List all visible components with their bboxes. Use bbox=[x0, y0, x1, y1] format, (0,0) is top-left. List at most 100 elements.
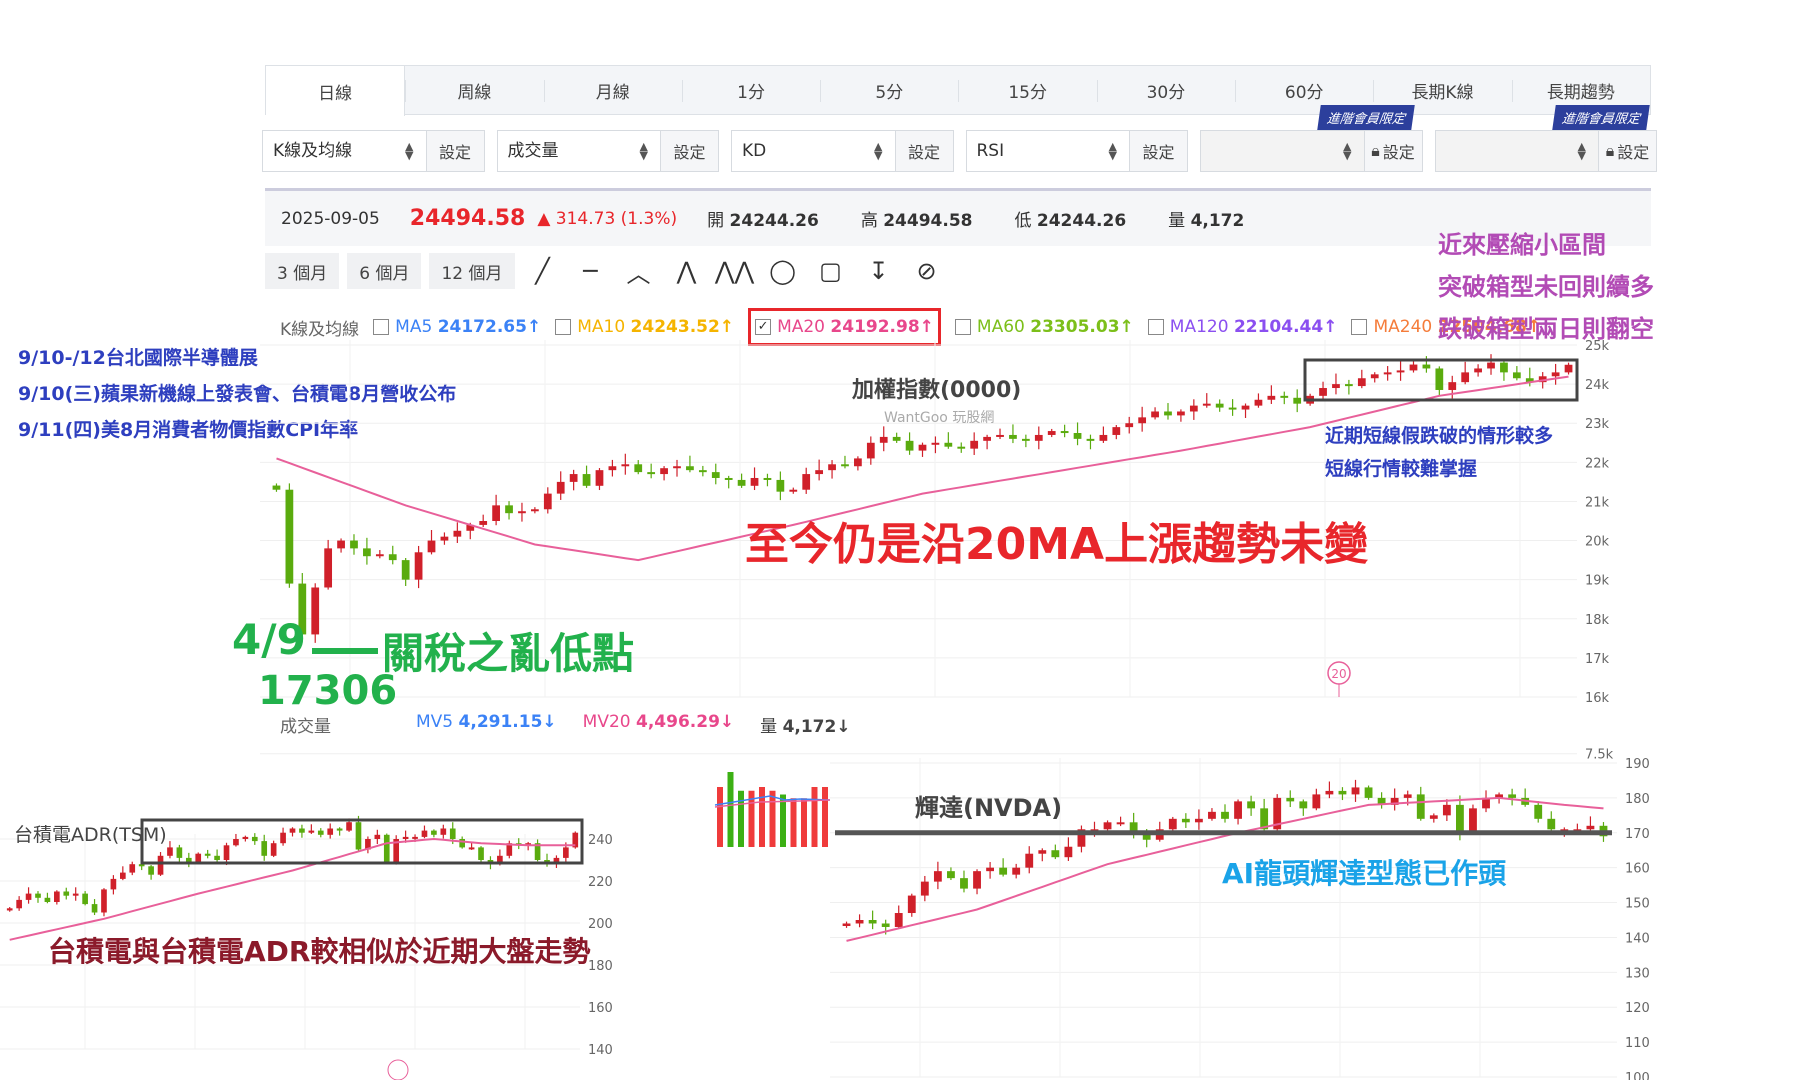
candle-body bbox=[251, 836, 258, 842]
candle-body bbox=[686, 466, 694, 471]
low-value-annotation: 17306 bbox=[258, 668, 398, 714]
candle-body bbox=[440, 536, 449, 541]
candle-body bbox=[1409, 364, 1418, 371]
candle-body bbox=[1047, 431, 1056, 435]
candle-body bbox=[907, 895, 916, 914]
y-tick-label: 160 bbox=[1625, 862, 1650, 877]
candle-body bbox=[157, 855, 164, 875]
candle-body bbox=[999, 867, 1008, 875]
candle-body bbox=[894, 913, 903, 927]
candle-body bbox=[1461, 372, 1470, 383]
candle-body bbox=[1181, 818, 1190, 823]
candle-body bbox=[1116, 822, 1125, 825]
trend-annotation: 至今仍是沿20MA上漲趨勢未變 bbox=[745, 519, 1369, 570]
candle-body bbox=[195, 853, 202, 863]
y-tick-label: 130 bbox=[1625, 966, 1650, 981]
candle-body bbox=[933, 871, 942, 882]
y-tick-label: 180 bbox=[588, 959, 613, 974]
candle-body bbox=[1138, 417, 1147, 424]
candle-body bbox=[789, 489, 798, 492]
candle-body bbox=[1429, 815, 1438, 819]
candle-body bbox=[1370, 374, 1379, 379]
candle-body bbox=[996, 434, 1004, 437]
candle-body bbox=[388, 554, 397, 561]
candle-body bbox=[414, 552, 423, 580]
candle-body bbox=[82, 893, 88, 905]
candle-body bbox=[855, 920, 864, 924]
candle-body bbox=[918, 444, 927, 451]
candle-body bbox=[383, 834, 390, 863]
candle-body bbox=[6, 908, 13, 911]
tsm-annotation: 台積電與台積電ADR較相似於近期大盤走勢 bbox=[48, 935, 591, 968]
candle-body bbox=[983, 436, 991, 441]
y-tick-label: 18k bbox=[1585, 613, 1610, 628]
candle-body bbox=[1151, 411, 1159, 418]
candle-body bbox=[1254, 399, 1263, 406]
candle-body bbox=[346, 822, 352, 831]
candle-body bbox=[881, 923, 890, 927]
volume-bar bbox=[790, 798, 797, 847]
candle-body bbox=[1383, 372, 1392, 375]
candle-body bbox=[272, 485, 281, 490]
y-tick-label: 21k bbox=[1585, 495, 1610, 510]
candle-body bbox=[479, 521, 488, 525]
nvda-chart-title: 輝達(NVDA) bbox=[915, 794, 1063, 822]
y-tick-label: 190 bbox=[1625, 757, 1650, 772]
candle-body bbox=[892, 436, 901, 441]
candle-body bbox=[569, 474, 578, 482]
candle-body bbox=[763, 477, 772, 480]
low-date-annotation: 4/9 bbox=[232, 615, 306, 664]
tsm-chart-title: 台積電ADR(TSM) bbox=[14, 824, 167, 846]
candle-body bbox=[724, 477, 733, 480]
candle-body bbox=[412, 836, 418, 839]
candle-body bbox=[1086, 438, 1095, 441]
candle-body bbox=[776, 479, 785, 492]
candle-body bbox=[492, 505, 500, 521]
candle-body bbox=[905, 440, 914, 451]
volume-bar bbox=[738, 790, 744, 847]
candle-body bbox=[327, 828, 334, 835]
candle-body bbox=[1060, 431, 1069, 434]
candle-body bbox=[204, 853, 211, 856]
candle-body bbox=[289, 828, 296, 833]
candle-body bbox=[1293, 397, 1302, 404]
candle-body bbox=[421, 830, 428, 837]
candle-body bbox=[63, 891, 70, 896]
candle-body bbox=[866, 442, 875, 459]
candle-body bbox=[1286, 797, 1295, 802]
low-pointer-line bbox=[312, 648, 378, 654]
candle-body bbox=[1009, 434, 1017, 439]
candle-body bbox=[1487, 362, 1495, 369]
candle-body bbox=[970, 440, 979, 449]
candle-body bbox=[737, 479, 746, 486]
candle-body bbox=[531, 509, 539, 512]
y-tick-label: 120 bbox=[1625, 1001, 1650, 1016]
candle-body bbox=[72, 893, 79, 896]
candle-body bbox=[947, 871, 955, 879]
watermark: WantGoo 玩股網 bbox=[884, 410, 995, 426]
main-chart-title: 加權指數(0000) bbox=[852, 378, 1022, 403]
y-tick-label: 240 bbox=[588, 833, 613, 848]
y-tick-label: 140 bbox=[1625, 931, 1650, 946]
candle-body bbox=[582, 474, 591, 486]
candle-body bbox=[1099, 434, 1108, 441]
candle-body bbox=[1038, 850, 1047, 854]
candle-body bbox=[280, 832, 286, 844]
candle-body bbox=[1064, 846, 1073, 858]
candle-body bbox=[621, 464, 630, 467]
candle-body bbox=[1168, 818, 1177, 830]
candle-body bbox=[35, 893, 41, 898]
candle-body bbox=[1012, 867, 1021, 875]
candle-body bbox=[101, 889, 107, 913]
candle-body bbox=[711, 472, 720, 478]
volume-bar bbox=[811, 787, 818, 847]
y-tick-label: 7.5k bbox=[1585, 748, 1614, 763]
candle-body bbox=[1221, 811, 1229, 819]
candle-body bbox=[1025, 853, 1034, 868]
candle-body bbox=[167, 847, 173, 856]
candle-body bbox=[1422, 364, 1431, 369]
candle-body bbox=[1164, 411, 1172, 416]
candle-body bbox=[556, 481, 565, 494]
candle-body bbox=[308, 830, 315, 833]
candle-body bbox=[750, 477, 759, 486]
